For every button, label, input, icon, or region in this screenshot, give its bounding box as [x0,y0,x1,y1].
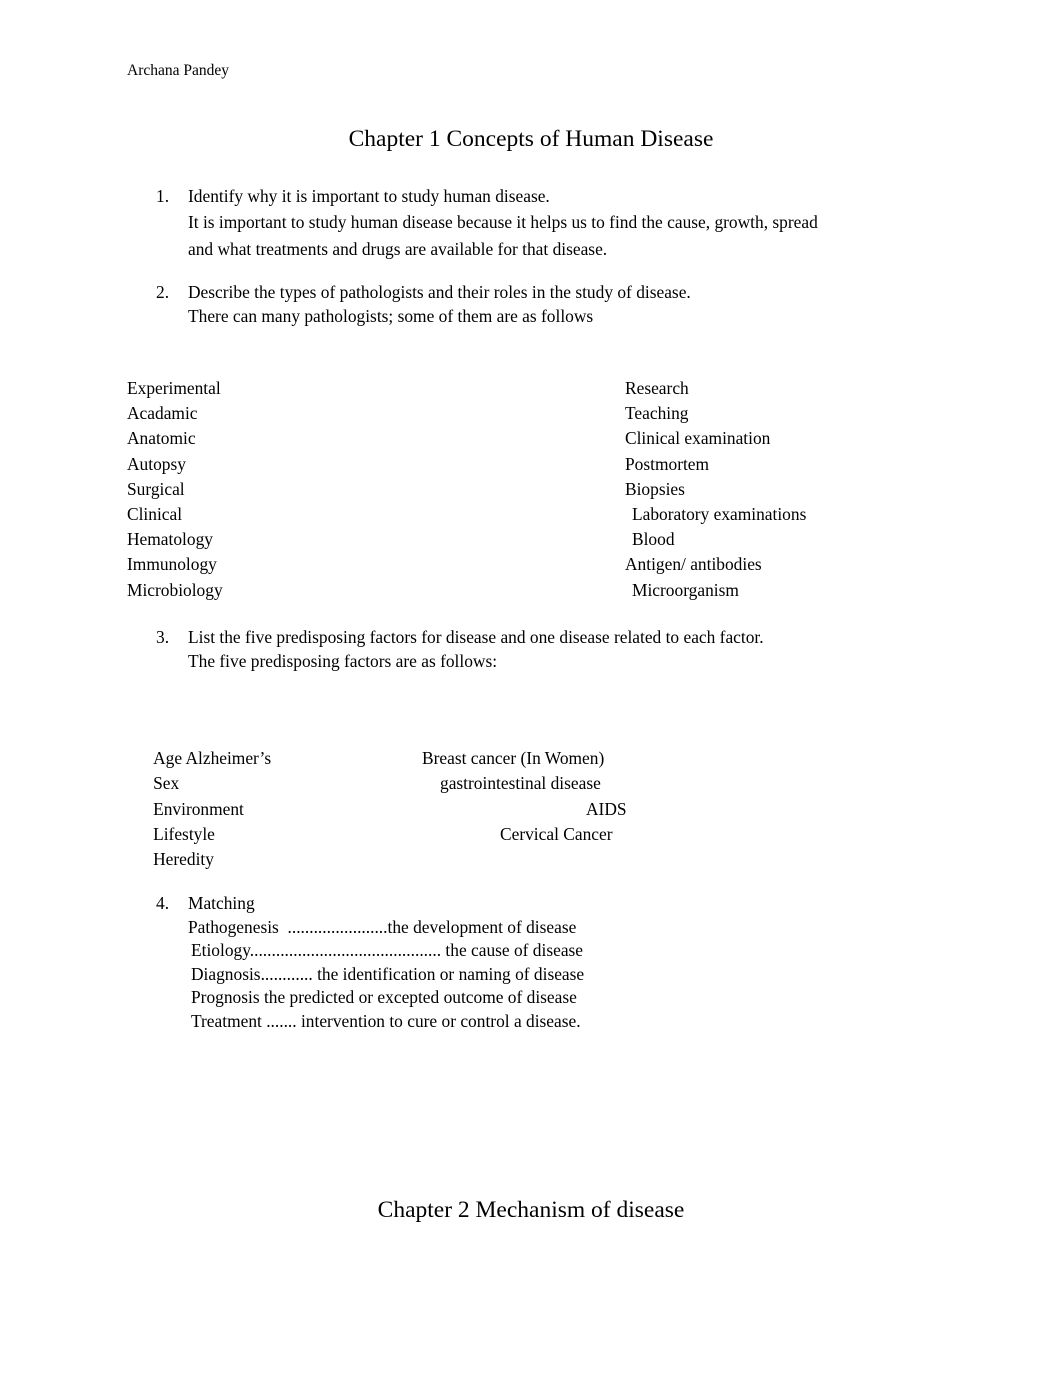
question-4-body: Matching Pathogenesis ..................… [188,892,936,1033]
pathologist-type: Immunology [127,554,217,575]
pathologist-type: Microbiology [127,579,223,600]
question-2-row: 2. Describe the types of pathologists an… [156,281,936,328]
question-1-prompt: Identify why it is important to study hu… [188,186,550,206]
pathologist-type: Hematology [127,529,213,550]
pathologist-role: Teaching [625,403,689,424]
factor-disease: AIDS [586,798,627,819]
pathologist-role: Microorganism [632,579,739,600]
factor-disease: Breast cancer (In Women) [422,748,605,769]
factor-disease: Cervical Cancer [500,823,613,844]
question-3-prompt: List the five predisposing factors for d… [188,627,764,647]
question-3-row: 3. List the five predisposing factors fo… [156,626,936,673]
question-1-row: 1. Identify why it is important to study… [156,185,936,263]
pathologist-type: Acadamic [127,403,198,424]
question-2-prompt: Describe the types of pathologists and t… [188,282,691,302]
question-2-block: 2. Describe the types of pathologists an… [156,281,936,328]
chapter-2-title: Chapter 2 Mechanism of disease [377,1197,685,1223]
factor-disease: gastrointestinal disease [440,773,601,794]
pathologist-role: Antigen/ antibodies [625,554,762,575]
question-3-block: 3. List the five predisposing factors fo… [156,626,936,673]
pathologist-type: Autopsy [127,453,186,474]
pathologist-type: Experimental [127,378,221,398]
factor-row: Lifestyle AIDS [127,797,947,844]
matching-line-prognosis: Prognosis the predicted or excepted outc… [191,987,577,1007]
question-1-answer-line-1: It is important to study human disease b… [188,211,818,232]
question-1-body: Identify why it is important to study hu… [188,185,936,263]
pathologist-role: Biopsies [625,478,685,499]
pathologist-types-column: Experimental Acadamic Anatomic Autopsy S… [127,376,223,603]
question-1-answer-line-2: and what treatments and drugs are availa… [188,238,608,259]
pathologist-role: Laboratory examinations [632,503,807,524]
question-1-block: 1. Identify why it is important to study… [156,185,936,263]
matching-line-diagnosis: Diagnosis............ the identification… [191,963,585,984]
document-page: Archana Pandey Chapter 1 Concepts of Hum… [0,0,1062,1377]
question-3-marker: 3. [156,627,170,647]
factor-row: Age Alzheimer’s [127,721,947,768]
pathologist-type: Clinical [127,503,183,524]
question-2-marker: 2. [156,282,170,302]
pathologist-role: Clinical examination [625,428,771,449]
factor-name: Heredity [153,848,214,869]
pathologist-type: Surgical [127,478,185,499]
pathologist-roles-column: Research Teaching Clinical examination P… [625,376,806,603]
pathologist-role: Postmortem [625,453,710,474]
matching-line-treatment: Treatment ....... intervention to cure o… [191,1010,581,1031]
matching-line-etiology: Etiology................................… [191,940,584,960]
pathologist-type: Anatomic [127,428,196,449]
question-1-marker: 1. [156,186,170,206]
question-4-marker: 4. [156,893,170,913]
question-3-answer-line-1: The five predisposing factors are as fol… [188,650,498,671]
document-author-header: Archana Pandey [127,62,229,79]
factor-row: Sex Breast cancer (In Women) [127,746,947,793]
factor-row: Heredity Cervical Cancer [127,822,947,869]
question-2-body: Describe the types of pathologists and t… [188,281,936,328]
question-4-row: 4. Matching Pathogenesis ...............… [156,892,936,1033]
question-3-body: List the five predisposing factors for d… [188,626,936,673]
matching-line-pathogenesis: Pathogenesis .......................the … [188,916,577,937]
question-2-answer-line-1: There can many pathologists; some of the… [188,305,594,326]
predisposing-factors-table: Age Alzheimer’s Sex Breast cancer (In Wo… [127,721,947,869]
pathologist-role: Blood [632,529,675,550]
chapter-1-title: Chapter 1 Concepts of Human Disease [348,126,714,152]
pathologist-role: Research [625,378,689,398]
question-4-block: 4. Matching Pathogenesis ...............… [156,892,936,1033]
factor-row: Environment gastrointestinal disease [127,771,947,818]
question-4-prompt: Matching [188,893,255,913]
